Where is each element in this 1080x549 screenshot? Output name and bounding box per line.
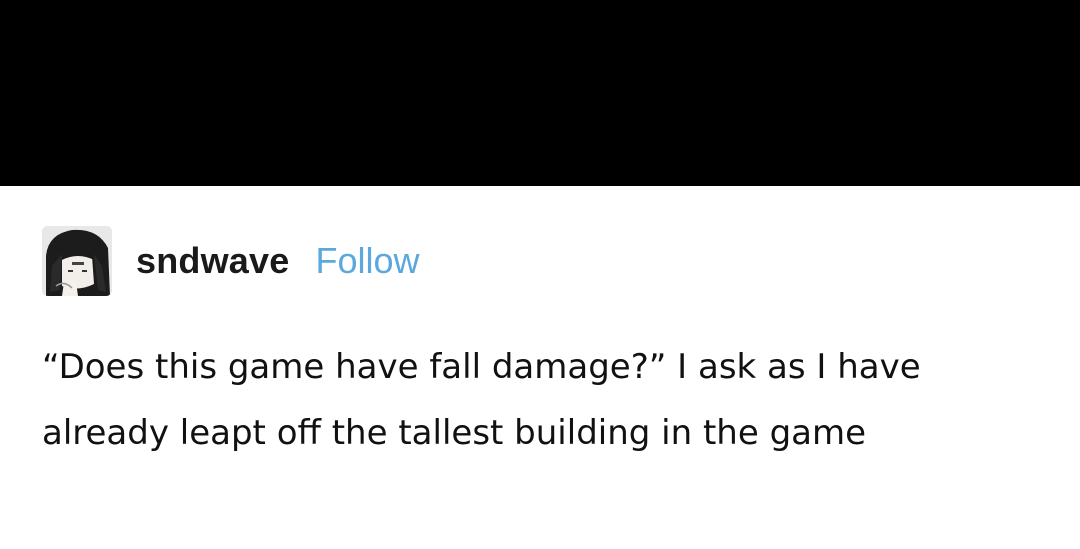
post-text: “Does this game have fall damage?” I ask… [42, 347, 921, 453]
avatar-icon[interactable] [42, 226, 112, 296]
black-header-area [0, 0, 1080, 186]
post-header: sndwave Follow [42, 226, 420, 296]
post-card: sndwave Follow “Does this game have fall… [0, 186, 1080, 549]
username[interactable]: sndwave [136, 243, 289, 279]
follow-button[interactable]: Follow [315, 243, 419, 279]
